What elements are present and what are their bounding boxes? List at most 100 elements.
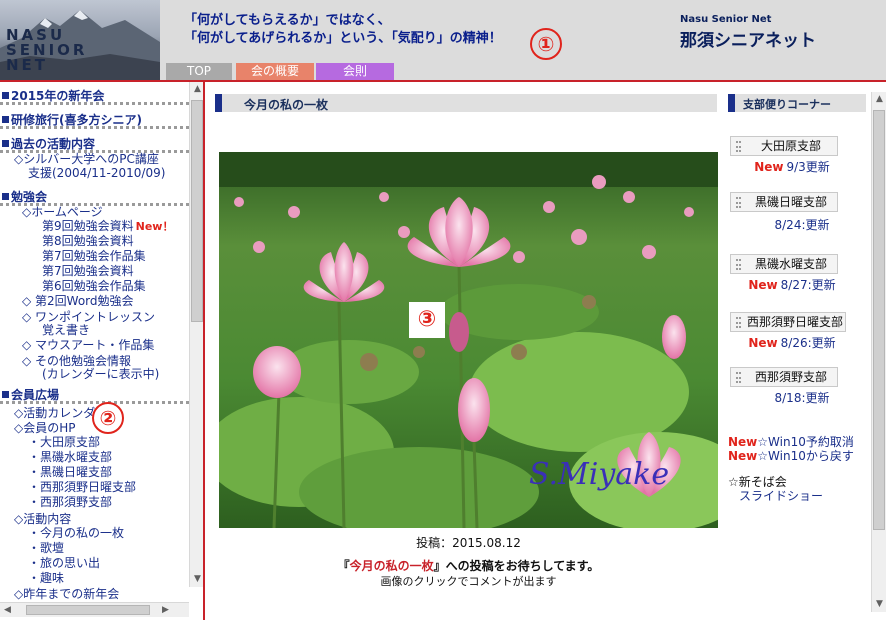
sidebar-item-silver-univ-sub[interactable]: 支援(2004/11-2010/09) — [28, 166, 165, 180]
link-win10-revert[interactable]: New☆Win10から戻す — [728, 449, 854, 463]
new-badge: New — [728, 449, 758, 463]
sidebar-item-branch[interactable]: ・西那須野支部 — [28, 495, 112, 510]
sidebar-section-label: 研修旅行(喜多方シニア) — [11, 113, 142, 127]
sidebar-horizontal-scrollbar[interactable]: ◀ ▶ — [0, 602, 189, 617]
scroll-up-icon[interactable]: ▲ — [190, 82, 203, 97]
annotation-marker-1: ① — [530, 28, 562, 60]
branch-update-date: 9/3更新 — [786, 160, 830, 174]
sidebar-item-branch[interactable]: ・黒磯日曜支部 — [28, 465, 112, 480]
sidebar-item-activities[interactable]: ◇活動内容 — [14, 512, 71, 526]
main-content: 今月の私の一枚 ③ S.Miyake 投稿：2015.08.12 『今月の私の一… — [207, 82, 886, 620]
slogan-line-1: 「何がしてもらえるか」ではなく、 — [184, 13, 391, 28]
photo-signature: S.Miyake — [529, 457, 670, 492]
new-badge: New — [728, 435, 758, 449]
branch-update-otawara: New 9/3更新 — [742, 158, 842, 175]
branch-button-label: 西那須野日曜支部 — [746, 315, 843, 329]
link-label: ☆Win10予約取消 — [757, 435, 854, 449]
sidebar-item-silver-univ[interactable]: ◇シルバー大学へのPC講座 — [14, 152, 159, 166]
sidebar-item-member-hp[interactable]: ◇会員のHP — [14, 421, 76, 435]
sidebar-item-study-8[interactable]: 第8回勉強会資料 — [42, 234, 134, 249]
sidebar-item-branch[interactable]: ・西那須野日曜支部 — [28, 480, 136, 495]
scrollbar-thumb[interactable] — [191, 100, 203, 322]
sidebar-item-study-6-works[interactable]: 第6回勉強会作品集 — [42, 279, 146, 294]
post-date: 投稿：2015.08.12 — [416, 536, 521, 550]
grip-icon — [736, 141, 741, 152]
scrollbar-thumb[interactable] — [26, 605, 150, 615]
sidebar-item-past-newyear[interactable]: ◇昨年までの新年会 — [14, 587, 119, 601]
link-win10-cancel[interactable]: New☆Win10予約取消 — [728, 435, 854, 449]
new-badge: New — [748, 278, 778, 292]
branch-update-nishinasuno-sunday: New 8/26:更新 — [742, 334, 842, 351]
sidebar-section-trip[interactable]: 研修旅行(喜多方シニア) — [0, 111, 189, 129]
branch-update-date: 8/18:更新 — [774, 391, 830, 405]
link-soba-slideshow[interactable]: スライドショー — [739, 489, 823, 503]
main-vertical-scrollbar[interactable]: ▲ ▼ — [871, 92, 886, 612]
sidebar-item-word-study[interactable]: ◇ 第2回Word勉強会 — [22, 294, 134, 308]
sidebar-item-other-study-sub[interactable]: (カレンダーに表示中) — [42, 367, 159, 381]
site-name-jp: 那須シニアネット — [680, 31, 816, 51]
nav-tab-rules[interactable]: 会則 — [316, 63, 394, 80]
sidebar-item-branch[interactable]: ・大田原支部 — [28, 435, 100, 450]
scroll-left-icon[interactable]: ◀ — [0, 603, 15, 618]
sidebar-item-onepoint-sub[interactable]: 覚え書き — [42, 323, 90, 337]
sidebar-item-activity[interactable]: ・趣味 — [28, 571, 64, 586]
sidebar-section-newyear[interactable]: 2015年の新年会 — [0, 87, 189, 105]
sidebar-content: 2015年の新年会 研修旅行(喜多方シニア) 過去の活動内容 ◇シルバー大学への… — [0, 82, 189, 602]
sidebar-item-branch[interactable]: ・黒磯水曜支部 — [28, 450, 112, 465]
branch-button-label: 黒磯日曜支部 — [754, 195, 827, 209]
site-logo[interactable]: NASU SENIOR NET — [0, 0, 160, 80]
branch-corner-title-bar: 支部便りコーナー — [728, 94, 866, 112]
scrollbar-thumb[interactable] — [873, 110, 885, 530]
sidebar-item-onepoint[interactable]: ◇ ワンポイントレッスン — [22, 310, 155, 324]
sidebar-section-label: 過去の活動内容 — [11, 137, 96, 151]
bullet-square-icon — [2, 92, 9, 99]
branch-button-nishinasuno-sunday[interactable]: 西那須野日曜支部 — [730, 312, 846, 332]
grip-icon — [736, 197, 741, 208]
nav-tab-top[interactable]: TOP — [166, 63, 232, 80]
sidebar-item-study-9[interactable]: 第9回勉強会資料 New！ — [42, 219, 173, 234]
soba-event-label: ☆新そば会 — [728, 475, 787, 489]
branch-button-nishinasuno[interactable]: 西那須野支部 — [730, 367, 838, 387]
sidebar-item-activity[interactable]: ・今月の私の一枚 — [28, 526, 124, 541]
invite-highlight-link[interactable]: 今月の私の一枚 — [350, 559, 434, 573]
branch-button-label: 黒磯水曜支部 — [754, 257, 827, 271]
scroll-down-icon[interactable]: ▼ — [190, 572, 203, 587]
sidebar-item-homepage[interactable]: ◇ホームページ — [22, 205, 103, 219]
sidebar-item-other-study[interactable]: ◇ その他勉強会情報 — [22, 354, 131, 368]
branch-button-label: 西那須野支部 — [754, 370, 827, 384]
page-title: 今月の私の一枚 — [244, 98, 329, 112]
invite-prefix: 『 — [337, 559, 350, 573]
sidebar-item-activity[interactable]: ・歌壇 — [28, 541, 64, 556]
grip-icon — [736, 372, 741, 383]
branch-update-date: 8/27:更新 — [780, 278, 836, 292]
sidebar-item-study-7-works[interactable]: 第7回勉強会作品集 — [42, 249, 146, 264]
new-badge: New！ — [135, 220, 174, 233]
nav-tab-overview[interactable]: 会の概要 — [236, 63, 314, 80]
sidebar-item-study-7[interactable]: 第7回勉強会資料 — [42, 264, 134, 279]
sidebar-vertical-scrollbar[interactable]: ▲ ▼ — [189, 82, 203, 587]
slogan-line-2: 「何がしてあげられるか」という、「気配り」の精神！ — [184, 31, 502, 46]
invite-text: 『今月の私の一枚』への投稿をお待ちしてます。 — [207, 557, 730, 574]
site-name-en: Nasu Senior Net — [680, 14, 772, 25]
annotation-marker-3: ③ — [409, 302, 445, 338]
main-title-bar: 今月の私の一枚 — [215, 94, 717, 112]
grip-icon — [736, 317, 741, 328]
scroll-up-icon[interactable]: ▲ — [872, 92, 886, 107]
sidebar-section-study: 勉強会 — [0, 188, 189, 206]
sidebar-item-mouseart[interactable]: ◇ マウスアート・作品集 — [22, 338, 154, 352]
sidebar-item-activity[interactable]: ・旅の思い出 — [28, 556, 100, 571]
scroll-down-icon[interactable]: ▼ — [872, 597, 886, 612]
branch-button-kuroiso-wednesday[interactable]: 黒磯水曜支部 — [730, 254, 838, 274]
link-label: ☆Win10から戻す — [757, 449, 854, 463]
featured-photo[interactable]: ③ S.Miyake — [219, 152, 718, 528]
sidebar-section-label: 会員広場 — [11, 388, 60, 402]
branch-button-otawara[interactable]: 大田原支部 — [730, 136, 838, 156]
bullet-square-icon — [2, 193, 9, 200]
branch-update-kuroiso-wednesday: New 8/27:更新 — [742, 276, 842, 293]
annotation-marker-2: ② — [92, 402, 124, 434]
branch-button-kuroiso-sunday[interactable]: 黒磯日曜支部 — [730, 192, 838, 212]
bullet-square-icon — [2, 391, 9, 398]
new-badge: New — [754, 160, 784, 174]
scroll-right-icon[interactable]: ▶ — [158, 603, 173, 618]
comment-note: 画像のクリックでコメントが出ます — [380, 575, 557, 588]
